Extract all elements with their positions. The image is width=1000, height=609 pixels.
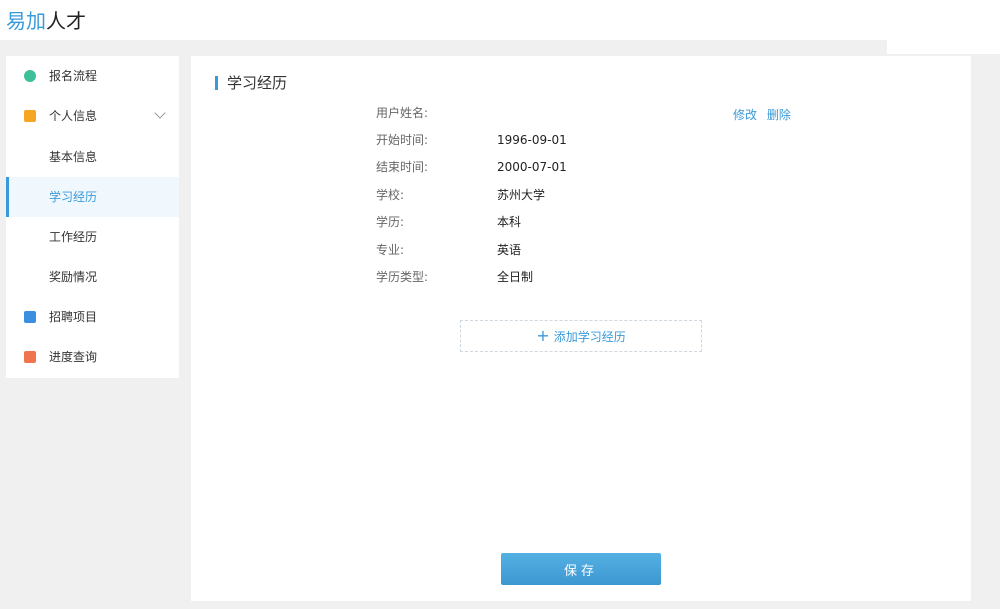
sidebar-item-basic-info[interactable]: 基本信息: [6, 137, 179, 177]
user-card-icon: [24, 110, 36, 122]
header-strip: [887, 40, 1000, 54]
sidebar: 报名流程 个人信息 基本信息 学习经历 工作经历 奖励情况 招聘项目 进度查询: [6, 56, 179, 378]
sidebar-item-personal-info[interactable]: 个人信息: [6, 96, 179, 136]
field-label: 学历:: [376, 215, 405, 229]
logo-text-accent: 易加: [6, 9, 46, 33]
save-button[interactable]: 保存: [501, 553, 661, 585]
field-label: 用户姓名:: [376, 106, 429, 120]
sidebar-item-registration-process[interactable]: 报名流程: [6, 56, 179, 96]
clock-circle-icon: [24, 70, 36, 82]
field-value: 2000-07-01: [497, 160, 567, 174]
plus-icon: +: [536, 326, 550, 345]
sidebar-item-work-experience[interactable]: 工作经历: [6, 217, 179, 257]
field-value: 全日制: [497, 270, 534, 284]
top-header: 易加人才: [0, 0, 1000, 40]
add-education-label: 添加学习经历: [553, 329, 626, 344]
field-value: 1996-09-01: [497, 133, 567, 147]
document-icon: [24, 311, 36, 323]
edit-link[interactable]: 修改: [733, 108, 757, 122]
sidebar-item-label: 进度查询: [49, 350, 98, 364]
field-value: 英语: [497, 243, 522, 257]
delete-link[interactable]: 删除: [767, 108, 791, 122]
sidebar-item-label: 个人信息: [49, 109, 98, 123]
main-panel: 学习经历 修改 删除 用户姓名: 开始时间: 1996-09-01 结束时间: …: [191, 56, 971, 601]
record-actions: 修改 删除: [733, 106, 797, 123]
sidebar-item-progress-query[interactable]: 进度查询: [6, 337, 179, 377]
sidebar-item-label: 奖励情况: [49, 270, 98, 284]
field-value: 苏州大学: [497, 188, 546, 202]
sidebar-item-label: 报名流程: [49, 69, 98, 83]
section-title: 学习经历: [215, 74, 287, 92]
field-value: 本科: [497, 215, 522, 229]
add-education-button[interactable]: + 添加学习经历: [460, 320, 702, 352]
sidebar-item-recruitment-projects[interactable]: 招聘项目: [6, 297, 179, 337]
sidebar-item-awards[interactable]: 奖励情况: [6, 257, 179, 297]
field-label: 开始时间:: [376, 133, 429, 147]
field-label: 学历类型:: [376, 270, 429, 284]
chevron-down-icon: [154, 107, 166, 119]
sidebar-item-label: 工作经历: [49, 230, 98, 244]
sidebar-item-education[interactable]: 学习经历: [6, 177, 179, 217]
logo[interactable]: 易加人才: [6, 5, 86, 34]
logo-text: 人才: [46, 9, 86, 33]
sidebar-item-label: 基本信息: [49, 150, 98, 164]
field-label: 学校:: [376, 188, 405, 202]
search-document-icon: [24, 351, 36, 363]
field-label: 专业:: [376, 243, 405, 257]
sidebar-item-label: 招聘项目: [49, 310, 98, 324]
sidebar-item-label: 学习经历: [49, 190, 98, 204]
field-label: 结束时间:: [376, 160, 429, 174]
